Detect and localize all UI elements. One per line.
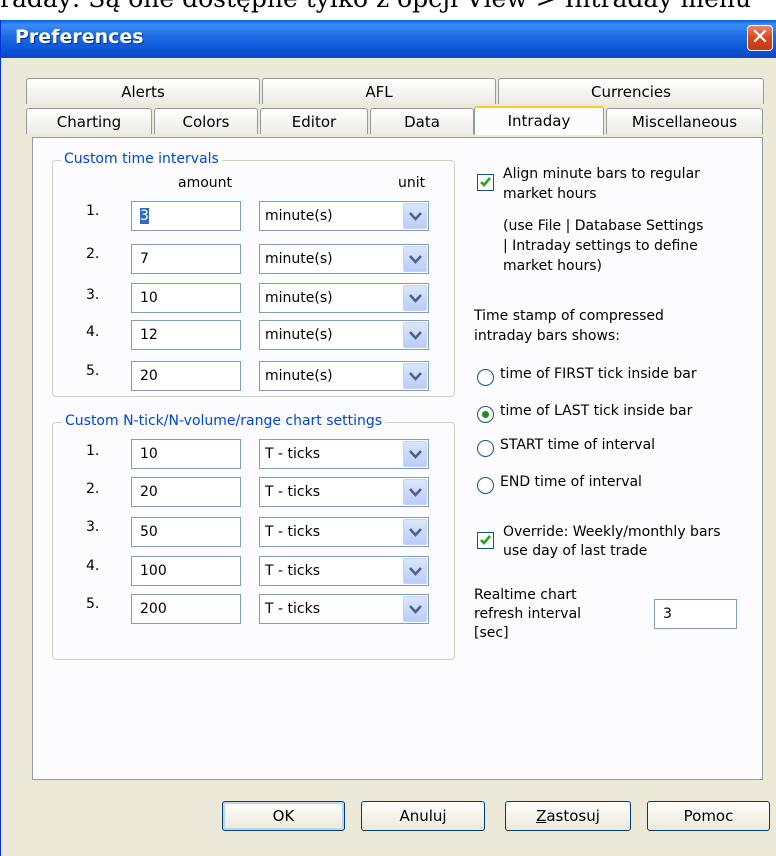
background-document-text: raday: Są one dostępne tylko z opcji Vie…	[0, 0, 776, 22]
timestamp-label-2: intraday bars shows:	[474, 328, 620, 344]
ntick-amount-input[interactable]: 50	[131, 517, 241, 547]
unit-header: unit	[398, 175, 426, 191]
tab-editor[interactable]: Editor	[260, 108, 368, 134]
chevron-down-icon[interactable]	[403, 322, 427, 348]
row-number: 2.	[86, 481, 100, 497]
radio-first-tick[interactable]	[477, 369, 494, 386]
ntick-unit-select[interactable]: T - ticks	[259, 517, 429, 547]
close-icon: ✕	[750, 25, 770, 50]
row-number: 3.	[86, 519, 100, 535]
override-label-2: use day of last trade	[503, 543, 648, 559]
chevron-down-icon[interactable]	[403, 479, 427, 505]
checkmark-icon	[480, 535, 491, 545]
override-label: Override: Weekly/monthly bars	[503, 524, 721, 540]
radio-selected-dot	[482, 411, 489, 418]
align-minute-bars-label: Align minute bars to regular	[503, 166, 700, 182]
row-number: 1.	[86, 203, 100, 219]
ntick-unit-select[interactable]: T - ticks	[259, 439, 429, 469]
tab-data[interactable]: Data	[370, 108, 474, 134]
chevron-down-icon[interactable]	[403, 558, 427, 584]
ntick-amount-input[interactable]: 20	[131, 477, 241, 507]
tab-intraday[interactable]: Intraday	[474, 106, 604, 135]
radio-start-time-label: START time of interval	[500, 437, 656, 453]
row-number: 5.	[86, 363, 100, 379]
row-number: 5.	[86, 596, 100, 612]
checkmark-icon	[480, 177, 491, 187]
interval-amount-input[interactable]: 12	[131, 320, 241, 350]
ntick-unit-select[interactable]: T - ticks	[259, 594, 429, 624]
tab-miscellaneous[interactable]: Miscellaneous	[606, 108, 763, 134]
radio-end-time-label: END time of interval	[500, 474, 642, 490]
ok-button[interactable]: OK	[222, 801, 345, 831]
row-number: 1.	[86, 443, 100, 459]
tab-afl[interactable]: AFL	[262, 78, 496, 104]
database-settings-note: (use File | Database Settings	[503, 218, 704, 234]
interval-unit-select[interactable]: minute(s)	[259, 361, 429, 391]
database-settings-note-2: | Intraday settings to define	[503, 238, 698, 254]
radio-first-tick-label: time of FIRST tick inside bar	[500, 366, 697, 382]
interval-amount-input[interactable]: 3	[131, 201, 241, 231]
align-minute-bars-label-2: market hours	[503, 186, 597, 202]
radio-last-tick-label: time of LAST tick inside bar	[500, 403, 693, 419]
chevron-down-icon[interactable]	[403, 363, 427, 389]
interval-amount-input[interactable]: 7	[131, 244, 241, 274]
cancel-button[interactable]: Anuluj	[361, 801, 485, 831]
interval-unit-select[interactable]: minute(s)	[259, 244, 429, 274]
apply-button[interactable]: Zastosuj	[505, 801, 631, 831]
tab-charting[interactable]: Charting	[26, 108, 152, 134]
row-number: 3.	[86, 287, 100, 303]
group-title: Custom N-tick/N-volume/range chart setti…	[62, 413, 386, 429]
ntick-unit-select[interactable]: T - ticks	[259, 477, 429, 507]
radio-start-time[interactable]	[477, 440, 494, 457]
radio-end-time[interactable]	[477, 477, 494, 494]
interval-unit-select[interactable]: minute(s)	[259, 283, 429, 313]
tab-alerts[interactable]: Alerts	[26, 78, 260, 104]
database-settings-note-3: market hours)	[503, 258, 602, 274]
ntick-amount-input[interactable]: 10	[131, 439, 241, 469]
override-checkbox[interactable]	[477, 532, 494, 549]
amount-header: amount	[178, 175, 233, 191]
interval-amount-input[interactable]: 20	[131, 361, 241, 391]
ntick-unit-select[interactable]: T - ticks	[259, 556, 429, 586]
row-number: 2.	[86, 246, 100, 262]
chevron-down-icon[interactable]	[403, 246, 427, 272]
chevron-down-icon[interactable]	[403, 596, 427, 622]
radio-last-tick[interactable]	[477, 406, 494, 423]
ntick-amount-input[interactable]: 100	[131, 556, 241, 586]
refresh-interval-label-2: refresh interval	[474, 606, 582, 622]
title-bar[interactable]: Preferences ✕	[1, 20, 776, 58]
chevron-down-icon[interactable]	[403, 203, 427, 229]
ntick-amount-input[interactable]: 200	[131, 594, 241, 624]
row-number: 4.	[86, 558, 100, 574]
refresh-interval-label: Realtime chart	[474, 587, 577, 603]
tab-currencies[interactable]: Currencies	[498, 78, 764, 104]
tab-colors[interactable]: Colors	[154, 108, 258, 134]
interval-amount-input[interactable]: 10	[131, 283, 241, 313]
interval-unit-select[interactable]: minute(s)	[259, 320, 429, 350]
row-number: 4.	[86, 324, 100, 340]
close-button[interactable]: ✕	[747, 25, 773, 51]
interval-unit-select[interactable]: minute(s)	[259, 201, 429, 231]
help-button[interactable]: Pomoc	[647, 801, 770, 831]
refresh-interval-input[interactable]: 3	[654, 599, 737, 629]
chevron-down-icon[interactable]	[403, 441, 427, 467]
group-title: Custom time intervals	[61, 151, 222, 167]
chevron-down-icon[interactable]	[403, 285, 427, 311]
chevron-down-icon[interactable]	[403, 519, 427, 545]
window-title: Preferences	[15, 26, 144, 48]
refresh-interval-label-3: [sec]	[474, 625, 509, 641]
align-minute-bars-checkbox[interactable]	[477, 174, 494, 191]
timestamp-label: Time stamp of compressed	[474, 308, 664, 324]
